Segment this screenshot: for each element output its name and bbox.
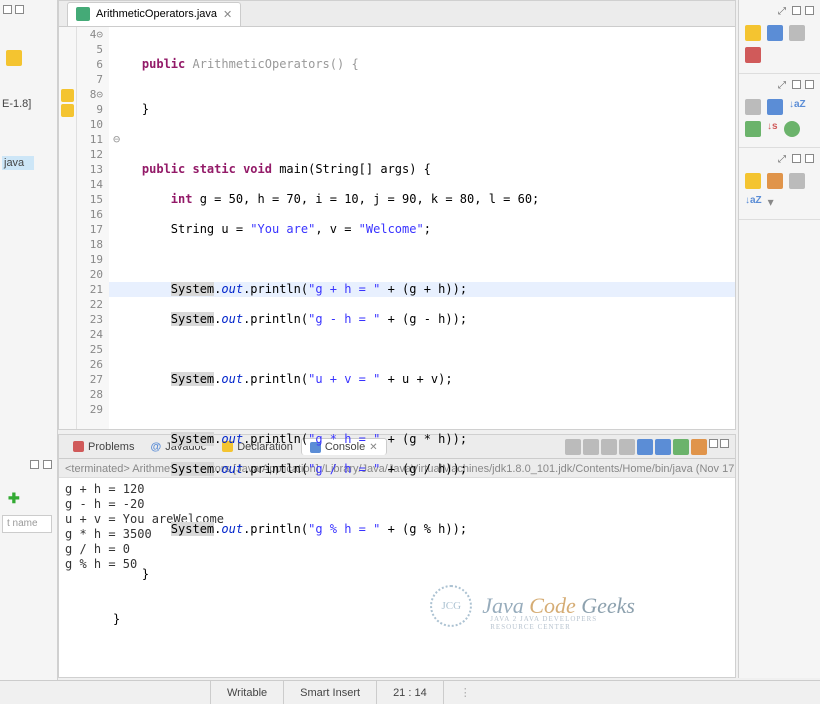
outline-icon[interactable]: [767, 25, 783, 41]
problems-icon: [73, 441, 84, 452]
code-viewport[interactable]: 4⊝5678⊝910111213141516171819202122232425…: [59, 27, 735, 429]
add-button[interactable]: ✚: [8, 490, 20, 507]
package-explorer-gutter: E-1.8] java ✚ t name: [0, 0, 58, 700]
rail-min-icon[interactable]: [792, 6, 801, 15]
editor-area: ArithmeticOperators.java ✕ 4⊝5678⊝910111…: [58, 0, 736, 430]
tree-icon: [6, 50, 22, 66]
tasks-icon[interactable]: [745, 173, 761, 189]
status-bar: Writable Smart Insert 21 : 14 ⋮: [0, 680, 820, 704]
code-content[interactable]: public ArithmeticOperators() { } ⊖ publi…: [109, 27, 735, 429]
minimize-icon[interactable]: [3, 5, 12, 14]
chevron-down-icon[interactable]: ▾: [768, 195, 774, 209]
hide-nonpublic-icon[interactable]: [784, 121, 800, 137]
rail-min-icon[interactable]: [792, 80, 801, 89]
build-icon[interactable]: [767, 173, 783, 189]
editor-tab-bar: ArithmeticOperators.java ✕: [59, 1, 735, 27]
status-insert-mode: Smart Insert: [283, 681, 376, 704]
line-number-gutter: 4⊝5678⊝910111213141516171819202122232425…: [77, 27, 109, 429]
rail-max-icon[interactable]: [805, 6, 814, 15]
new-package-icon[interactable]: [745, 25, 761, 41]
filter-icon[interactable]: [767, 99, 783, 115]
delete-icon[interactable]: [745, 47, 761, 63]
status-more[interactable]: ⋮: [443, 681, 487, 704]
status-cursor-pos: 21 : 14: [376, 681, 443, 704]
warning-marker-icon[interactable]: [61, 89, 74, 102]
right-toolbar-rail: ⤢ ⤢ ↓aZ ↓s ⤢: [738, 0, 820, 678]
tab-filename: ArithmeticOperators.java: [96, 8, 217, 20]
hide-fields-icon[interactable]: [745, 121, 761, 137]
marker-gutter: [59, 27, 77, 429]
panel-min-icon[interactable]: [30, 460, 39, 469]
close-tab-icon[interactable]: ✕: [223, 8, 232, 21]
jre-stub: E-1.8]: [2, 98, 31, 110]
status-writable: Writable: [210, 681, 283, 704]
editor-tab-active[interactable]: ArithmeticOperators.java ✕: [67, 2, 241, 26]
hide-static-icon[interactable]: ↓s: [767, 121, 778, 137]
rail-collapse-icon[interactable]: ⤢: [778, 6, 786, 17]
java-file-icon: [76, 7, 90, 21]
sort-az-icon[interactable]: ↓aZ: [745, 195, 762, 209]
java-file-stub[interactable]: java: [2, 156, 34, 170]
sort-icon[interactable]: [745, 99, 761, 115]
rail-max-icon[interactable]: [805, 154, 814, 163]
rail-min-icon[interactable]: [792, 154, 801, 163]
link-icon[interactable]: [789, 173, 805, 189]
warning-marker-icon[interactable]: [61, 104, 74, 117]
rail-collapse-icon[interactable]: ⤢: [778, 154, 786, 165]
maximize-icon[interactable]: [15, 5, 24, 14]
link-editor-icon[interactable]: [789, 25, 805, 41]
panel-max-icon[interactable]: [43, 460, 52, 469]
filter-name-input[interactable]: t name: [2, 515, 52, 533]
rail-collapse-icon[interactable]: ⤢: [778, 80, 786, 91]
sort-az-icon[interactable]: ↓aZ: [789, 99, 806, 115]
rail-max-icon[interactable]: [805, 80, 814, 89]
